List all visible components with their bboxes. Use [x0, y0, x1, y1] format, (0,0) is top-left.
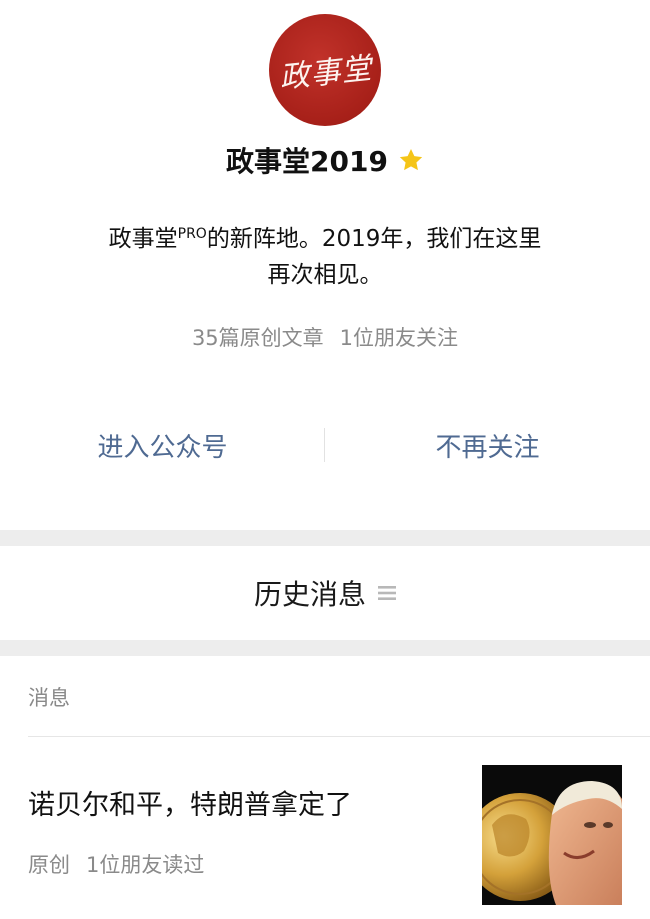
list-icon: [378, 586, 396, 600]
section-label: 消息: [28, 686, 70, 710]
star-icon: [399, 148, 423, 171]
message-section: 消息 诺贝尔和平，特朗普拿定了 原创 1位朋友读过: [0, 656, 650, 919]
section-gap: [0, 640, 650, 656]
account-logo[interactable]: 政事堂: [269, 14, 381, 126]
thumbnail-image: [482, 765, 622, 905]
history-header[interactable]: 历史消息: [0, 546, 650, 640]
logo-calligraphy: 政事堂: [277, 51, 374, 96]
article-thumbnail[interactable]: [482, 765, 622, 905]
description-suffix: 的新阵地。2019年，我们在这里: [206, 226, 542, 252]
description-prefix: 政事堂: [108, 226, 178, 252]
section-gap: [0, 530, 650, 546]
account-actions: 进入公众号 不再关注: [0, 420, 650, 470]
description-line-1: 政事堂PRO的新阵地。2019年，我们在这里: [75, 216, 575, 257]
article-title[interactable]: 诺贝尔和平，特朗普拿定了: [28, 783, 352, 822]
original-tag: 原创: [28, 853, 70, 877]
account-name-row: 政事堂2019: [0, 140, 650, 180]
actions-divider: [324, 428, 325, 462]
account-stats: 35篇原创文章 1位朋友关注: [0, 322, 650, 352]
enter-account-button[interactable]: 进入公众号: [0, 427, 325, 464]
friends-read-count: 1位朋友读过: [86, 853, 205, 877]
article-item[interactable]: 诺贝尔和平，特朗普拿定了 原创 1位朋友读过: [0, 737, 650, 919]
friends-following-count[interactable]: 1位朋友关注: [340, 326, 458, 350]
description-line-2: 再次相见。: [267, 262, 383, 288]
account-description: 政事堂PRO的新阵地。2019年，我们在这里 再次相见。: [75, 216, 575, 293]
account-profile-card: 政事堂 政事堂2019 政事堂PRO的新阵地。2019年，我们在这里 再次相见。…: [0, 0, 650, 530]
history-title: 历史消息: [253, 578, 366, 611]
description-superscript: PRO: [177, 226, 207, 242]
original-articles-count[interactable]: 35篇原创文章: [192, 326, 324, 350]
account-name: 政事堂2019: [226, 145, 388, 178]
article-meta: 原创 1位朋友读过: [28, 849, 204, 879]
unfollow-button[interactable]: 不再关注: [325, 427, 650, 464]
